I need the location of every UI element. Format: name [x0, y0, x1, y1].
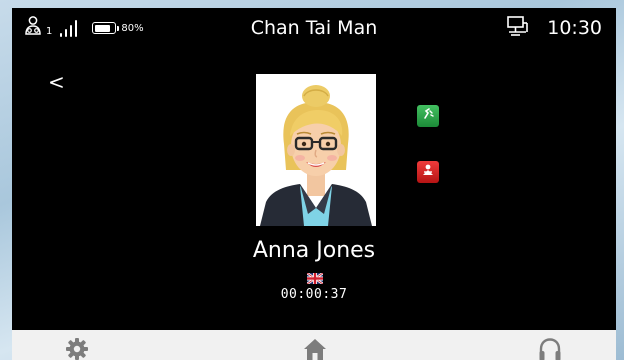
contacts-icon: [22, 15, 44, 41]
battery-icon: [92, 22, 117, 34]
status-left: 1 80%: [22, 16, 144, 40]
network-icon: [505, 15, 529, 41]
home-button[interactable]: [302, 336, 328, 360]
device-screen: 1 80% Chan Tai Man 10:30 < Anna Jones 00…: [12, 8, 616, 360]
call-duration: 00:00:37: [280, 287, 348, 302]
phone-answer-icon: [420, 106, 436, 126]
battery-percent: 80%: [121, 22, 144, 34]
clock: 10:30: [547, 17, 602, 39]
gear-icon: [64, 338, 90, 360]
back-button[interactable]: <: [48, 70, 65, 94]
headset-icon: [537, 338, 563, 360]
status-right: 10:30: [505, 16, 602, 40]
contacts-count: 1: [46, 25, 53, 37]
contact-avatar: [256, 74, 376, 226]
settings-button[interactable]: [64, 336, 90, 360]
contact-name: Anna Jones: [252, 238, 376, 263]
battery-fill: [94, 24, 111, 32]
answer-call-button[interactable]: [417, 105, 439, 127]
hangup-call-button[interactable]: [417, 161, 439, 183]
bottom-nav: [12, 330, 616, 360]
uk-flag-icon: [306, 269, 324, 285]
status-bar: 1 80% Chan Tai Man 10:30: [12, 8, 616, 48]
phone-hangup-icon: [420, 162, 436, 182]
home-icon: [302, 339, 328, 360]
headset-button[interactable]: [537, 336, 563, 360]
avatar-illustration: [256, 74, 376, 226]
signal-strength-icon: [60, 19, 80, 37]
battery-indicator: 80%: [92, 22, 144, 34]
